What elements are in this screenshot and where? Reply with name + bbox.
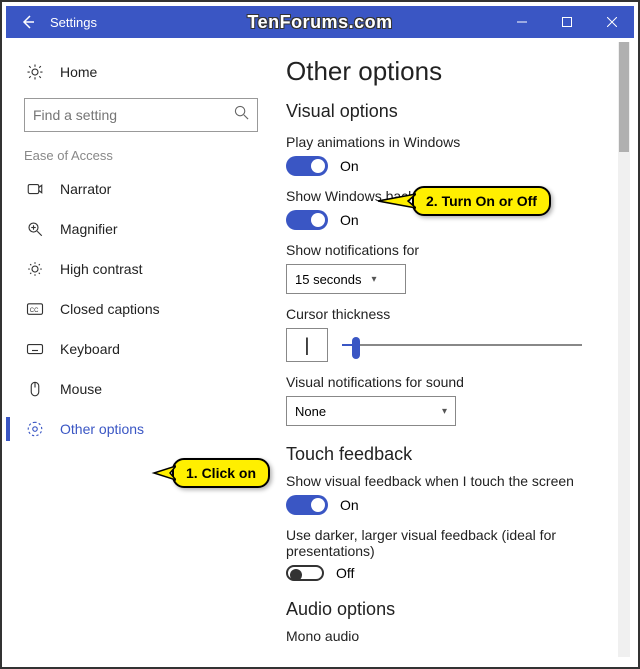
annotation-arrow-1 [150, 462, 176, 484]
label-visual-notifications-sound: Visual notifications for sound [286, 374, 610, 390]
label-cursor-thickness: Cursor thickness [286, 306, 610, 322]
close-icon [607, 17, 617, 27]
search-box[interactable] [24, 98, 258, 132]
minimize-button[interactable] [499, 6, 544, 38]
toggle-play-animations-state: On [340, 158, 359, 174]
page-title: Other options [286, 56, 610, 87]
back-arrow-icon [20, 14, 36, 30]
chevron-down-icon: ▾ [442, 406, 447, 417]
sidebar-item-label: Mouse [60, 381, 102, 397]
search-icon [234, 105, 249, 125]
sidebar-home-label: Home [60, 64, 97, 80]
window-controls [499, 6, 634, 38]
mouse-icon [24, 378, 46, 400]
annotation-arrow-2 [374, 190, 416, 212]
toggle-darker-feedback[interactable] [286, 565, 324, 581]
select-notification-value: 15 seconds [295, 272, 362, 287]
other-options-icon [24, 418, 46, 440]
select-visual-notifications-value: None [295, 404, 432, 419]
sidebar-item-mouse[interactable]: Mouse [24, 369, 258, 409]
sidebar-selection-marker [6, 417, 10, 441]
minimize-icon [517, 17, 527, 27]
label-mono-audio: Mono audio [286, 628, 610, 644]
main-panel: Other options Visual options Play animat… [276, 38, 634, 663]
sidebar-item-label: Other options [60, 421, 144, 437]
section-audio-options: Audio options [286, 599, 610, 620]
toggle-touch-feedback[interactable] [286, 495, 328, 515]
chevron-down-icon: ▾ [372, 274, 377, 285]
captions-icon: CC [24, 298, 46, 320]
label-play-animations: Play animations in Windows [286, 134, 610, 150]
select-notification-duration[interactable]: 15 seconds ▾ [286, 264, 406, 294]
gear-icon [24, 61, 46, 83]
keyboard-icon [24, 338, 46, 360]
vertical-scrollbar[interactable] [618, 42, 630, 657]
window-title: Settings [50, 15, 97, 30]
sidebar-item-other-options[interactable]: Other options [24, 409, 258, 449]
section-touch-feedback: Touch feedback [286, 444, 610, 465]
sidebar-section-header: Ease of Access [24, 148, 258, 163]
slider-cursor-thickness[interactable] [342, 335, 582, 355]
annotation-callout-2: 2. Turn On or Off [412, 186, 551, 216]
close-button[interactable] [589, 6, 634, 38]
contrast-icon [24, 258, 46, 280]
titlebar: Settings [6, 6, 634, 38]
scrollbar-thumb[interactable] [619, 42, 629, 152]
sidebar-item-closed-captions[interactable]: CC Closed captions [24, 289, 258, 329]
label-darker-feedback: Use darker, larger visual feedback (idea… [286, 527, 610, 559]
toggle-show-background[interactable] [286, 210, 328, 230]
sidebar-item-label: Magnifier [60, 221, 118, 237]
sidebar-item-narrator[interactable]: Narrator [24, 169, 258, 209]
toggle-show-background-state: On [340, 212, 359, 228]
sidebar: Home Ease of Access Narrator Magnifier [6, 38, 276, 663]
cursor-preview: | [286, 328, 328, 362]
maximize-button[interactable] [544, 6, 589, 38]
sidebar-item-label: High contrast [60, 261, 142, 277]
sidebar-item-keyboard[interactable]: Keyboard [24, 329, 258, 369]
sidebar-item-magnifier[interactable]: Magnifier [24, 209, 258, 249]
back-button[interactable] [14, 8, 42, 36]
label-show-notifications-for: Show notifications for [286, 242, 610, 258]
search-input[interactable] [33, 107, 234, 123]
sidebar-item-high-contrast[interactable]: High contrast [24, 249, 258, 289]
maximize-icon [562, 17, 572, 27]
section-visual-options: Visual options [286, 101, 610, 122]
toggle-touch-feedback-state: On [340, 497, 359, 513]
svg-text:CC: CC [30, 308, 39, 314]
sidebar-item-label: Narrator [60, 181, 111, 197]
sidebar-item-label: Keyboard [60, 341, 120, 357]
annotation-callout-1: 1. Click on [172, 458, 270, 488]
sidebar-home[interactable]: Home [24, 52, 258, 92]
toggle-darker-feedback-state: Off [336, 565, 354, 581]
toggle-play-animations[interactable] [286, 156, 328, 176]
label-touch-visual-feedback: Show visual feedback when I touch the sc… [286, 473, 610, 489]
select-visual-notifications[interactable]: None ▾ [286, 396, 456, 426]
sidebar-item-label: Closed captions [60, 301, 160, 317]
magnifier-icon [24, 218, 46, 240]
narrator-icon [24, 178, 46, 200]
